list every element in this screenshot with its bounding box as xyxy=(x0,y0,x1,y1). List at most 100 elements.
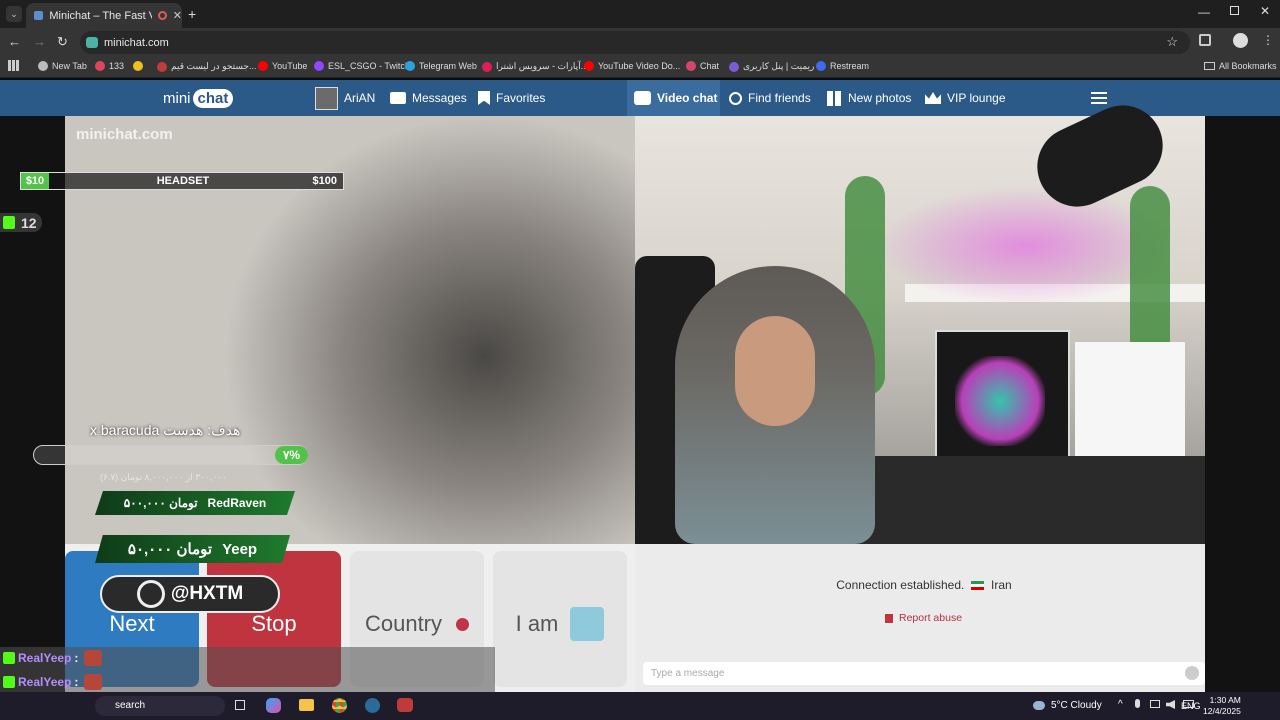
bookmark-label: Telegram Web xyxy=(419,61,477,71)
message-input-placeholder: Type a message xyxy=(651,668,725,679)
weather-text: 5°C Cloudy xyxy=(1051,700,1102,711)
new-tab-button[interactable]: + xyxy=(188,6,196,22)
weather-widget[interactable]: 5°C Cloudy xyxy=(1033,700,1102,711)
stop-button-label: Stop xyxy=(251,611,297,636)
iran-flag-icon xyxy=(970,581,984,591)
globe-icon xyxy=(38,61,48,71)
bookmarks-bar: New Tab 133 جستجو در لیست قیم... YouTube ESL… xyxy=(0,56,1280,78)
handle-text: @HXTM xyxy=(170,583,244,604)
bookmark-star-icon[interactable]: ☆ xyxy=(1166,34,1178,50)
tab-search-button[interactable]: ⌄ xyxy=(6,6,22,22)
chrome-icon[interactable] xyxy=(332,698,347,713)
all-bookmarks[interactable]: All Bookmarks xyxy=(1204,61,1277,71)
desk xyxy=(835,456,1205,544)
profile-avatar[interactable] xyxy=(1233,33,1248,48)
bookmark-item[interactable]: جستجو در لیست قیم... xyxy=(157,61,256,72)
partner-country: Iran xyxy=(991,578,1012,592)
video-watermark: minichat.com xyxy=(76,126,173,143)
bookmark-item[interactable]: Restream xyxy=(816,61,869,71)
bookmark-item[interactable]: YouTube xyxy=(258,61,307,71)
cloudy-moon-icon xyxy=(1033,701,1045,710)
bookmark-item[interactable]: Telegram Web xyxy=(405,61,477,71)
address-bar[interactable]: minichat.com ☆ xyxy=(80,31,1190,54)
nav-messages-label: Messages xyxy=(412,91,467,105)
nav-vip-lounge-label: VIP lounge xyxy=(947,91,1006,105)
country-button-label: Country xyxy=(364,611,443,636)
smiley-icon xyxy=(133,61,143,71)
report-abuse-link[interactable]: Report abuse xyxy=(885,612,962,624)
bookmark-item[interactable]: New Tab xyxy=(38,61,87,71)
telegram-icon xyxy=(405,61,415,71)
bookmark-item[interactable]: YouTube Video Do... xyxy=(584,61,680,71)
reload-icon[interactable]: ↻ xyxy=(57,34,68,50)
bookmark-item[interactable]: 133 xyxy=(95,61,124,71)
bookmark-label: ریمیت | پنل کاربری xyxy=(743,61,815,71)
stream-chat-row: RealYeep : xyxy=(3,674,103,690)
kick-viewer-count: 12 xyxy=(21,214,37,231)
chat-separator: : xyxy=(74,651,79,665)
kick-badge-icon xyxy=(3,676,15,688)
bookmark-label: YouTube xyxy=(272,61,308,71)
chat-separator: : xyxy=(74,675,79,689)
bookmark-item[interactable] xyxy=(133,61,147,71)
nav-new-photos-label: New photos xyxy=(848,91,912,105)
nav-find-friends[interactable]: Find friends xyxy=(729,80,811,116)
steam-icon[interactable] xyxy=(365,698,380,713)
bookmark-item[interactable]: ریمیت | پنل کاربری xyxy=(729,61,814,72)
nav-new-photos[interactable]: New photos xyxy=(827,80,911,116)
nav-favorites[interactable]: Favorites xyxy=(478,80,545,116)
task-view-icon[interactable] xyxy=(235,700,245,710)
nav-user-name: AriAN xyxy=(344,91,376,105)
restream-icon xyxy=(816,61,826,71)
aparat-icon xyxy=(482,61,492,72)
gender-button[interactable]: I am xyxy=(493,551,627,687)
left-margin xyxy=(0,116,65,692)
self-video xyxy=(635,92,1205,544)
minimize-button[interactable]: — xyxy=(1198,5,1210,19)
nav-user[interactable]: AriAN xyxy=(315,80,375,116)
message-input[interactable]: Type a message xyxy=(643,662,1205,685)
browser-tab[interactable]: Minichat – The Fast Video C ✕ xyxy=(26,3,182,28)
nav-vip-lounge[interactable]: VIP lounge xyxy=(925,80,1006,116)
tray-chevron-icon[interactable]: ^ xyxy=(1118,699,1123,710)
donation-name: RedRaven xyxy=(207,496,267,510)
minichat-favicon-icon xyxy=(34,11,44,20)
tab-close-icon[interactable]: ✕ xyxy=(173,9,182,22)
file-explorer-icon[interactable] xyxy=(299,699,314,711)
bookmark-item[interactable]: Chat xyxy=(686,61,719,71)
volume-icon[interactable] xyxy=(1166,700,1175,709)
envelope-icon xyxy=(390,92,406,104)
network-icon[interactable] xyxy=(1150,700,1160,708)
goal-progress-fill: ٧% xyxy=(275,446,308,464)
close-window-button[interactable]: ✕ xyxy=(1260,4,1270,18)
bookmark-item[interactable]: ESL_CSGO - Twitch xyxy=(314,61,410,71)
pc-rgb-glow xyxy=(955,356,1045,446)
photos-grid-icon xyxy=(827,90,842,106)
site-info-icon[interactable] xyxy=(86,37,98,48)
clock[interactable]: 1:30 AM 12/4/2025 xyxy=(1203,695,1241,717)
chat-username: RealYeep xyxy=(18,675,72,689)
nav-messages[interactable]: Messages xyxy=(390,80,467,116)
emoji-icon[interactable] xyxy=(1185,666,1199,680)
menu-dots-icon[interactable]: ⋮ xyxy=(1262,33,1274,47)
all-bookmarks-label: All Bookmarks xyxy=(1219,61,1277,71)
tab-title: Minichat – The Fast Video C xyxy=(49,9,152,22)
microphone-icon[interactable] xyxy=(1135,699,1140,708)
app-icon[interactable] xyxy=(397,698,413,712)
taskbar-search[interactable]: search xyxy=(95,696,225,716)
apps-grid-icon[interactable] xyxy=(8,60,19,71)
language-indicator-visible[interactable]: ENG xyxy=(1181,701,1201,711)
bookmark-icon xyxy=(478,91,490,105)
restore-button[interactable] xyxy=(1230,6,1239,15)
nav-find-friends-label: Find friends xyxy=(748,91,811,105)
nav-video-chat[interactable]: Video chat xyxy=(634,80,717,116)
emote-icon xyxy=(84,674,103,690)
country-dot-icon xyxy=(456,617,470,631)
bookmark-item[interactable]: آپارات - سرویس اشترا... xyxy=(482,61,588,72)
back-icon[interactable]: ← xyxy=(8,34,21,49)
goal-progress-track xyxy=(33,445,308,465)
extensions-icon[interactable] xyxy=(1199,34,1211,46)
forward-icon[interactable]: → xyxy=(33,34,46,49)
copilot-icon[interactable] xyxy=(266,698,281,713)
minichat-logo[interactable]: mini chat xyxy=(163,80,234,116)
